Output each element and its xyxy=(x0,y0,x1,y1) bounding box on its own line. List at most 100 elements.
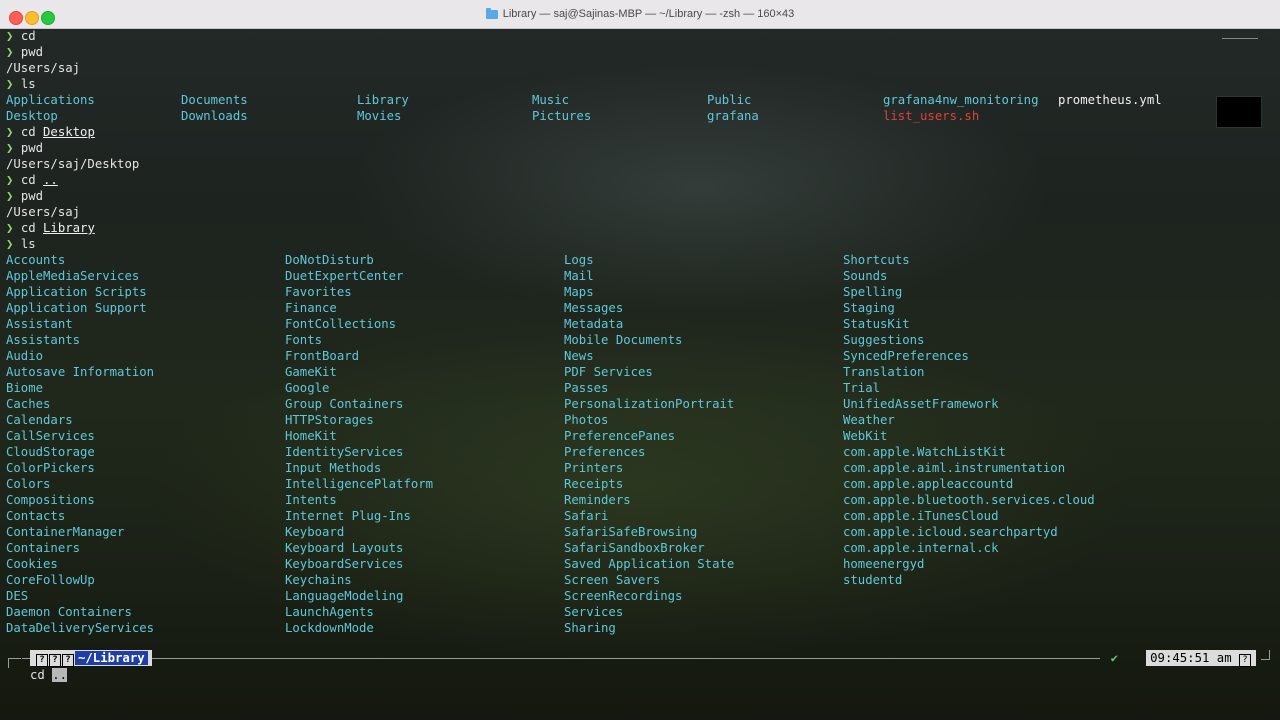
ls-entry: Weather xyxy=(843,413,895,427)
divider xyxy=(22,658,1100,659)
ls-entry: Public xyxy=(707,93,752,107)
ls-entry: Mail xyxy=(564,269,594,283)
ls-entry: DoNotDisturb xyxy=(285,253,374,267)
ls-entry: Audio xyxy=(6,349,44,363)
ls-entry: Mobile Documents xyxy=(564,333,683,347)
unknown-glyph-icon: ? xyxy=(36,654,48,667)
terminal-line: ❯ pwd xyxy=(6,189,44,203)
ls-entry: PersonalizationPortrait xyxy=(564,397,735,411)
ls-entry: KeyboardServices xyxy=(285,557,404,571)
ls-entry: Calendars xyxy=(6,413,73,427)
ls-entry: SafariSandboxBroker xyxy=(564,541,705,555)
ls-entry: Internet Plug-Ins xyxy=(285,509,411,523)
terminal-line: ❯ pwd xyxy=(6,141,44,155)
ls-entry: UnifiedAssetFramework xyxy=(843,397,999,411)
path-segment: ??? ~/Library xyxy=(30,650,152,667)
ls-entry: Photos xyxy=(564,413,609,427)
ls-entry: Fonts xyxy=(285,333,323,347)
input-cmd: cd xyxy=(30,668,45,682)
ls-entry: WebKit xyxy=(843,429,888,443)
input-arg: .. xyxy=(52,668,68,682)
ls-entry: ScreenRecordings xyxy=(564,589,683,603)
ls-entry: Documents xyxy=(181,93,248,107)
window-titlebar: Library — saj@Sajinas-MBP — ~/Library — … xyxy=(0,0,1280,29)
ls-entry: Preferences xyxy=(564,445,646,459)
ls-entry: Sounds xyxy=(843,269,888,283)
ls-entry: SyncedPreferences xyxy=(843,349,969,363)
ls-entry: Movies xyxy=(357,109,402,123)
ls-entry: grafana4nw_monitoring xyxy=(883,93,1039,107)
ls-entry: Screen Savers xyxy=(564,573,661,587)
ls-entry: Autosave Information xyxy=(6,365,155,379)
ls-entry: Daemon Containers xyxy=(6,605,132,619)
ls-entry: Messages xyxy=(564,301,624,315)
ls-entry: Caches xyxy=(6,397,51,411)
terminal-line: ❯ cd Library xyxy=(6,221,95,235)
ls-entry: FontCollections xyxy=(285,317,397,331)
ls-entry: Reminders xyxy=(564,493,631,507)
ls-entry: Shortcuts xyxy=(843,253,910,267)
ls-entry: Finance xyxy=(285,301,337,315)
ls-entry: Suggestions xyxy=(843,333,925,347)
ls-entry: Biome xyxy=(6,381,44,395)
ls-entry: Containers xyxy=(6,541,81,555)
ls-entry: homeenergyd xyxy=(843,557,925,571)
ls-entry: Services xyxy=(564,605,624,619)
ls-entry: PreferencePanes xyxy=(564,429,676,443)
ls-entry: Translation xyxy=(843,365,925,379)
ls-entry: Trial xyxy=(843,381,881,395)
ls-entry: Maps xyxy=(564,285,594,299)
ls-entry: AppleMediaServices xyxy=(6,269,140,283)
terminal-output: /Users/saj xyxy=(6,61,81,75)
ls-entry: DuetExpertCenter xyxy=(285,269,404,283)
ls-entry: Logs xyxy=(564,253,594,267)
ls-entry: LaunchAgents xyxy=(285,605,374,619)
frame-corner xyxy=(1261,650,1270,660)
ls-entry: HTTPStorages xyxy=(285,413,374,427)
clock-time: 09:45:51 am xyxy=(1150,651,1232,665)
ls-entry: Metadata xyxy=(564,317,624,331)
ls-entry: Printers xyxy=(564,461,624,475)
clock-segment: 09:45:51 am ? xyxy=(1146,650,1256,667)
command-input[interactable]: cd .. xyxy=(30,667,68,683)
ls-entry: com.apple.appleaccountd xyxy=(843,477,1014,491)
ls-entry: PDF Services xyxy=(564,365,653,379)
terminal-line: ❯ ls xyxy=(6,77,36,91)
ls-entry: HomeKit xyxy=(285,429,337,443)
ls-entry: LanguageModeling xyxy=(285,589,404,603)
ls-entry: Favorites xyxy=(285,285,352,299)
ls-entry: Colors xyxy=(6,477,51,491)
ls-entry: Group Containers xyxy=(285,397,404,411)
terminal-line: ❯ cd xyxy=(6,29,36,43)
ls-entry: CoreFollowUp xyxy=(6,573,95,587)
clock-icon: ? xyxy=(1239,654,1251,667)
ls-entry: Receipts xyxy=(564,477,624,491)
ls-entry: Library xyxy=(357,93,409,107)
ls-entry: ColorPickers xyxy=(6,461,95,475)
ls-entry: com.apple.aiml.instrumentation xyxy=(843,461,1066,475)
ls-entry: Staging xyxy=(843,301,895,315)
ls-entry: Contacts xyxy=(6,509,66,523)
ls-entry: StatusKit xyxy=(843,317,910,331)
terminal-view[interactable]: ❯ cd ❯ pwd /Users/saj ❯ ls Applications … xyxy=(0,28,1280,720)
ls-entry: com.apple.iTunesCloud xyxy=(843,509,999,523)
ls-entry: CallServices xyxy=(6,429,95,443)
ls-entry: Assistants xyxy=(6,333,81,347)
ls-entry: DES xyxy=(6,589,29,603)
ls-entry: com.apple.internal.ck xyxy=(843,541,999,555)
ls-entry: News xyxy=(564,349,594,363)
ls-entry: Pictures xyxy=(532,109,592,123)
ls-entry: Applications xyxy=(6,93,95,107)
terminal-line: ❯ cd Desktop xyxy=(6,125,95,139)
ls-entry: Music xyxy=(532,93,570,107)
unknown-glyph-icon: ? xyxy=(62,654,74,667)
ls-entry: Sharing xyxy=(564,621,616,635)
ls-entry: CloudStorage xyxy=(6,445,95,459)
ls-entry: Application Support xyxy=(6,301,147,315)
ls-entry: Saved Application State xyxy=(564,557,735,571)
terminal-output: /Users/saj/Desktop xyxy=(6,157,140,171)
ls-entry: com.apple.bluetooth.services.cloud xyxy=(843,493,1095,507)
prompt-status-line: ??? ~/Library ✔ 09:45:51 am ? xyxy=(8,650,1270,668)
terminal-line: ❯ ls xyxy=(6,237,36,251)
frame-corner xyxy=(8,658,21,668)
